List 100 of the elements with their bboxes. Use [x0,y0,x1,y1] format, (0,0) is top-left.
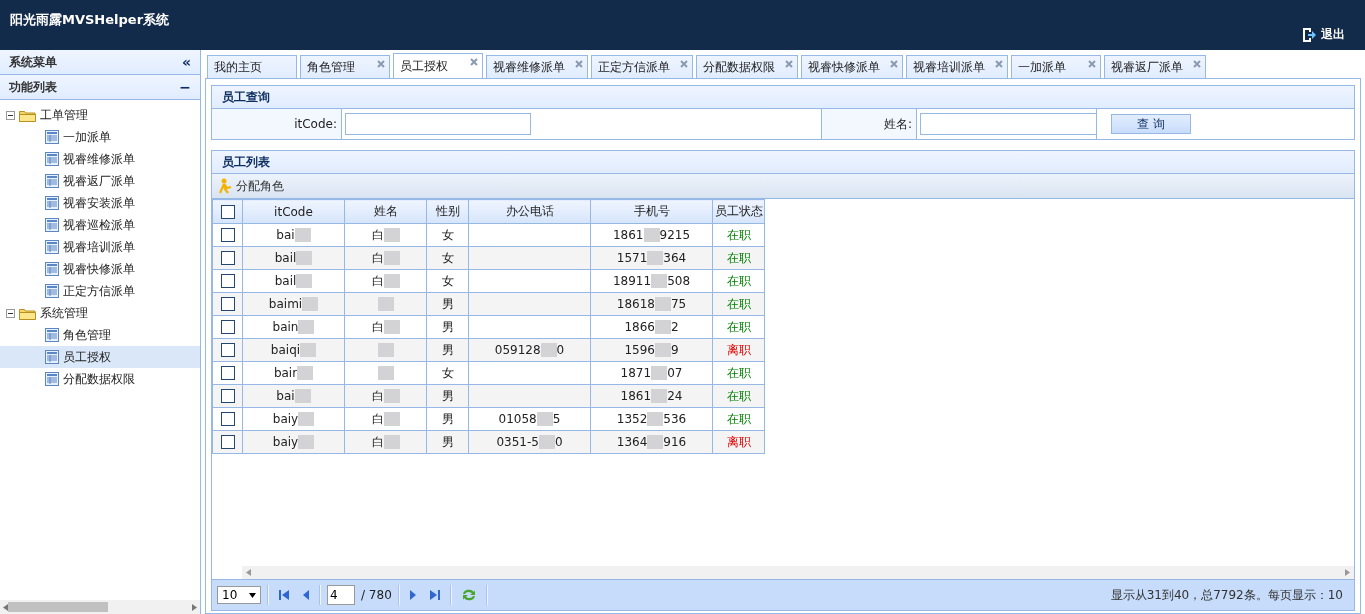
cell-text: 18618 [616,296,655,311]
cell-text: 1871 [620,365,652,380]
cell-text: baimi [268,296,303,311]
row-checkbox[interactable] [220,274,235,289]
cell-text: 0 [554,434,563,449]
row-checkbox[interactable] [220,366,235,381]
tab[interactable]: 视睿返厂派单 [1104,55,1206,78]
cell-text: 男 [441,388,454,403]
row-checkbox[interactable] [220,320,235,335]
horizontal-scrollbar[interactable] [0,600,200,614]
cell-text: 07 [667,365,683,380]
tab[interactable]: 视睿维修派单 [486,55,588,78]
tree-item[interactable]: 员工授权 [0,346,200,368]
row-checkbox[interactable] [220,228,235,243]
row-checkbox[interactable] [220,435,235,450]
tab[interactable]: 分配数据权限 [696,55,798,78]
tree-folder[interactable]: 系统管理 [40,304,88,322]
cell-text: bai [276,388,295,403]
row-checkbox[interactable] [220,297,235,312]
assign-role-button[interactable]: 分配角色 [218,177,284,195]
tab[interactable]: 一加派单 [1011,55,1101,78]
page-size-dropdown[interactable]: 10 [217,586,261,604]
close-icon[interactable] [995,60,1003,68]
tree-item[interactable]: 视睿维修派单 [0,148,200,170]
tree-item[interactable]: 视睿返厂派单 [0,170,200,192]
cell-text: 白 [371,434,384,449]
redaction-mark [383,251,400,265]
close-icon[interactable] [890,60,898,68]
tab[interactable]: 角色管理 [300,55,390,78]
close-icon[interactable] [377,60,385,68]
cell-text: 0351-5 [496,434,539,449]
tree-item[interactable]: 视睿巡检派单 [0,214,200,236]
cell-text: baiy [272,434,299,449]
redaction-mark [298,435,315,450]
redaction-mark [383,435,400,449]
close-icon[interactable] [1088,60,1096,68]
scroll-right-icon[interactable] [192,603,197,611]
close-icon[interactable] [785,60,793,68]
folder-icon [19,306,36,320]
page-number-field[interactable]: 4 [327,585,355,605]
horizontal-scrollbar[interactable] [242,566,1354,579]
list-document-icon [45,372,59,386]
redaction-mark [377,366,394,381]
tree-folder[interactable]: 工单管理 [40,106,88,124]
cell-text: 男 [441,411,454,426]
logout-button[interactable]: 退出 [1301,26,1345,43]
select-all-checkbox[interactable] [220,204,235,219]
redaction-mark [654,343,671,358]
list-document-icon [45,284,59,298]
list-document-icon [45,328,59,342]
close-icon[interactable] [1193,60,1201,68]
cell-text: 1571 [616,250,648,265]
row-checkbox[interactable] [220,412,235,427]
status-text: 在职 [726,273,751,288]
cell-text: 059128 [494,342,541,357]
collapse-icon[interactable] [6,308,15,318]
cell-text: 2 [670,319,679,334]
redaction-mark [538,435,555,450]
list-document-icon [45,262,59,276]
tree-item[interactable]: 视睿快修派单 [0,258,200,280]
search-button[interactable]: 查 询 [1111,114,1191,134]
tree-item[interactable]: 视睿培训派单 [0,236,200,258]
row-checkbox[interactable] [220,343,235,358]
tree-item[interactable]: 分配数据权限 [0,368,200,390]
tree-item[interactable]: 视睿安装派单 [0,192,200,214]
tab[interactable]: 视睿培训派单 [906,55,1008,78]
input-field[interactable] [920,113,1097,135]
redaction-mark [294,228,311,243]
logout-icon [1301,26,1317,43]
section-toggle-button[interactable]: − [179,79,191,95]
collapse-button[interactable]: « [181,54,191,70]
input-field[interactable] [345,113,531,135]
dropdown-caret-icon [249,592,256,598]
status-text: 在职 [726,227,751,242]
redaction-mark [294,389,311,404]
close-icon[interactable] [575,60,583,68]
panel-title: 员工查询 [222,88,270,106]
tab[interactable]: 员工授权 [393,53,483,78]
close-icon[interactable] [470,58,478,66]
cell-text: 白 [371,319,384,334]
sidebar-title: 系统菜单 [9,53,57,71]
tree-item[interactable]: 角色管理 [0,324,200,346]
collapse-icon[interactable] [6,110,15,120]
status-text: 在职 [726,250,751,265]
redaction-mark [383,274,400,288]
column-header: 员工状态 [714,204,763,218]
redaction-mark [540,343,557,358]
close-icon[interactable] [680,60,688,68]
redaction-mark [298,412,315,427]
scroll-right-icon[interactable] [1345,569,1350,576]
row-checkbox[interactable] [220,389,235,404]
tab[interactable]: 视睿快修派单 [801,55,903,78]
tree-item[interactable]: 正定方信派单 [0,280,200,302]
row-checkbox[interactable] [220,251,235,266]
tree-item[interactable]: 一加派单 [0,126,200,148]
cell-text: 男 [441,296,454,311]
tab[interactable]: 我的主页 [207,55,297,78]
tab[interactable]: 正定方信派单 [591,55,693,78]
scroll-left-icon[interactable] [246,569,251,576]
cell-text: 1596 [624,342,655,357]
